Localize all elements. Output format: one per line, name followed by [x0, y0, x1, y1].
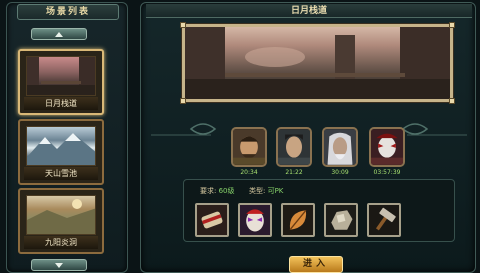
scene-item-riyue[interactable]: 日月栈道: [18, 49, 104, 115]
type-value: 可PK: [267, 187, 284, 195]
scene-thumbnail: [26, 195, 96, 235]
boss-portrait-3[interactable]: [322, 127, 358, 167]
scroll-icon: [197, 205, 227, 235]
scroll-up-button[interactable]: [31, 28, 87, 40]
hammer-icon: [369, 205, 399, 235]
requirement-line: 要求: 60级 类型: 可PK: [200, 186, 283, 196]
scene-thumbnail: [26, 126, 96, 166]
type-label: 类型:: [248, 187, 266, 195]
reward-slot-4[interactable]: [324, 203, 358, 237]
scene-item-label: 九阳炎洞: [24, 236, 98, 249]
scene-thumbnail: [26, 56, 96, 96]
level-label: 要求:: [200, 187, 217, 195]
reward-slot-1[interactable]: [195, 203, 229, 237]
masked-villain-portrait-icon: [371, 129, 403, 165]
boss-timer: 20:34: [240, 169, 258, 176]
boss-timer: 21:22: [285, 169, 303, 176]
arrow-down-icon: [55, 262, 63, 268]
reward-slot-5[interactable]: [367, 203, 401, 237]
boss-portrait-1[interactable]: [231, 127, 267, 167]
frame-corner: [180, 22, 186, 28]
scene-item-tianshan[interactable]: 天山雪池: [18, 119, 104, 185]
frame-corner: [449, 98, 455, 104]
scene-list-title: 场景列表: [17, 4, 119, 20]
scholar-portrait-icon: [278, 129, 310, 165]
boss-portrait-4[interactable]: [369, 127, 405, 167]
scene-detail-panel: 日月栈道 20:34 21:22 30:09 03:57:39 要求: 60级 …: [140, 2, 476, 273]
reward-slot-2[interactable]: [238, 203, 272, 237]
scene-list-panel: 场景列表 日月栈道 天山雪池 九阳炎洞: [6, 2, 128, 273]
boss-timer: 30:09: [331, 169, 349, 176]
scene-preview: [180, 22, 455, 104]
mask-icon: [240, 205, 270, 235]
scene-title: 日月栈道: [146, 4, 472, 18]
level-value: 60级: [218, 187, 235, 195]
leaf-blade-icon: [283, 205, 313, 235]
scene-item-jiuyang[interactable]: 九阳炎洞: [18, 188, 104, 254]
reward-slot-3[interactable]: [281, 203, 315, 237]
boss-timer: 03:57:39: [373, 169, 401, 176]
boss-portrait-2[interactable]: [276, 127, 312, 167]
scene-preview-image: [185, 27, 450, 99]
ore-icon: [326, 205, 356, 235]
scene-item-label: 日月栈道: [24, 97, 98, 110]
scroll-down-button[interactable]: [31, 259, 87, 271]
warrior-portrait-icon: [233, 129, 265, 165]
elder-portrait-icon: [324, 129, 356, 165]
scene-item-label: 天山雪池: [24, 167, 98, 180]
frame-corner: [180, 98, 186, 104]
enter-button[interactable]: 进入: [289, 256, 343, 273]
arrow-up-icon: [55, 31, 63, 37]
frame-corner: [449, 22, 455, 28]
